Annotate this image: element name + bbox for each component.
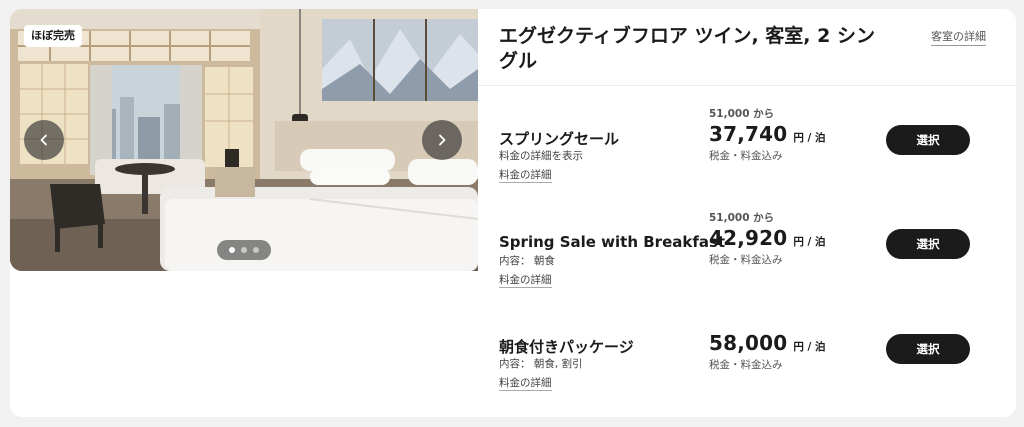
chevron-right-icon xyxy=(439,134,446,146)
original-price xyxy=(709,315,869,331)
rate-details-link[interactable]: 料金の詳細 xyxy=(499,377,552,391)
rate-description: 内容： 朝食, 割引 xyxy=(499,358,583,370)
price-unit: 円 / 泊 xyxy=(793,132,826,144)
carousel-dot[interactable] xyxy=(229,247,235,253)
select-button[interactable]: 選択 xyxy=(886,125,970,155)
rate-description: 内容： 朝食 xyxy=(499,255,555,267)
room-photo xyxy=(10,9,478,271)
carousel-dot[interactable] xyxy=(253,247,259,253)
room-title: エグゼクティブフロア ツイン, 客室, 2 シングル xyxy=(499,25,875,72)
room-photo-carousel[interactable]: ほぼ完売 xyxy=(10,9,478,271)
rate-name: 朝食付きパッケージ xyxy=(499,338,634,356)
carousel-dots xyxy=(217,240,271,260)
original-price: 51,000 から xyxy=(709,108,775,120)
tax-note: 税金・料金込み xyxy=(709,150,783,162)
carousel-prev-button[interactable] xyxy=(24,120,64,160)
select-button[interactable]: 選択 xyxy=(886,229,970,259)
rate-details-link[interactable]: 料金の詳細 xyxy=(499,274,552,288)
room-card: ほぼ完売 エグゼクティブフロア ツイン, 客室, 2 シングル 客室の詳細 スプ… xyxy=(10,9,1016,417)
rate-name: Spring Sale with Breakfast xyxy=(499,233,726,251)
rate-details-link[interactable]: 料金の詳細 xyxy=(499,169,552,183)
room-details-link[interactable]: 客室の詳細 xyxy=(931,30,986,46)
divider xyxy=(478,85,1016,86)
carousel-dot[interactable] xyxy=(241,247,247,253)
carousel-next-button[interactable] xyxy=(422,120,462,160)
rate-name: スプリングセール xyxy=(499,130,620,148)
rate-description: 料金の詳細を表示 xyxy=(499,150,583,162)
price-box: 58,000 円 / 泊 税金・料金込み xyxy=(709,315,869,372)
price-box: 51,000 から 42,920 円 / 泊 税金・料金込み xyxy=(709,210,869,267)
tax-note: 税金・料金込み xyxy=(709,359,783,371)
price-unit: 円 / 泊 xyxy=(793,341,826,353)
original-price: 51,000 から xyxy=(709,212,775,224)
select-button[interactable]: 選択 xyxy=(886,334,970,364)
price: 37,740 xyxy=(709,122,788,146)
price: 42,920 xyxy=(709,226,788,250)
availability-badge: ほぼ完売 xyxy=(24,25,82,47)
chevron-left-icon xyxy=(40,134,47,146)
price: 58,000 xyxy=(709,331,788,355)
price-unit: 円 / 泊 xyxy=(793,236,826,248)
tax-note: 税金・料金込み xyxy=(709,254,783,266)
price-box: 51,000 から 37,740 円 / 泊 税金・料金込み xyxy=(709,106,869,163)
